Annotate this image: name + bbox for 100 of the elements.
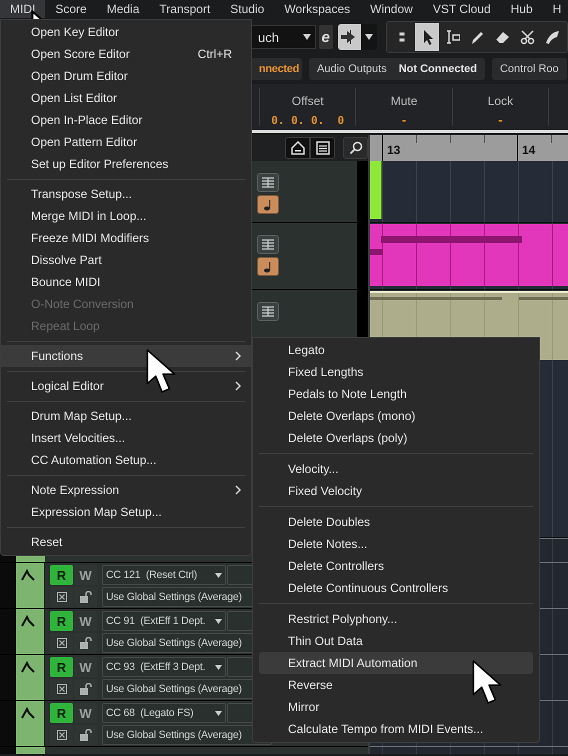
remove-button[interactable] xyxy=(50,587,73,607)
menu-item[interactable]: Freeze MIDI Modifiers xyxy=(1,227,251,249)
menu-item[interactable]: Delete Controllers xyxy=(253,555,539,577)
column-header: Mute xyxy=(390,94,418,108)
menu-item[interactable]: Pedals to Note Length xyxy=(253,383,539,405)
menu-item[interactable]: Open In-Place Editor xyxy=(1,109,251,131)
remove-button[interactable] xyxy=(50,725,73,745)
write-button[interactable]: W xyxy=(74,611,97,631)
menu-item[interactable]: Expression Map Setup... xyxy=(1,501,251,523)
menu-item[interactable]: Open List Editor xyxy=(1,87,251,109)
menu-item[interactable]: Functions xyxy=(1,345,251,367)
menu-item[interactable]: VST Cloud xyxy=(422,0,501,18)
note-button[interactable] xyxy=(257,257,279,276)
edit-button[interactable]: e xyxy=(318,25,333,49)
menu-item[interactable]: Logical Editor xyxy=(1,375,251,397)
menu-item[interactable]: Open Drum Editor xyxy=(1,65,251,87)
menu-item[interactable]: Mirror xyxy=(253,696,539,718)
editor-button[interactable] xyxy=(257,235,279,254)
note-icon xyxy=(263,198,273,210)
menu-item[interactable]: Note Expression xyxy=(1,479,251,501)
controller-dropdown[interactable]: CC 121 (Reset Ctrl) xyxy=(102,565,226,585)
editor-icon xyxy=(261,176,275,188)
menu-item[interactable]: Insert Velocities... xyxy=(1,427,251,449)
unlocked-icon xyxy=(80,729,92,741)
menu-label: Note Expression xyxy=(31,483,120,497)
list-button[interactable] xyxy=(310,137,335,159)
controller-dropdown[interactable]: CC 68 (Legato FS) xyxy=(102,703,226,723)
tube-icon xyxy=(544,29,560,45)
controller-line xyxy=(519,297,568,300)
column-value: - xyxy=(497,114,504,127)
write-button[interactable]: W xyxy=(74,565,97,585)
tool-button[interactable] xyxy=(414,23,439,51)
column-value: 0. 0. 0. 0 xyxy=(271,114,344,127)
menu-item[interactable]: Reset xyxy=(1,531,251,553)
chevron-right-icon xyxy=(235,485,241,495)
editor-button[interactable] xyxy=(257,302,279,321)
column-value: - xyxy=(400,114,408,127)
menu-item[interactable]: Fixed Velocity xyxy=(253,480,539,502)
eraser-icon xyxy=(494,29,510,45)
menu-item[interactable]: Velocity... xyxy=(253,458,539,480)
chevron-right-icon xyxy=(235,351,241,361)
search-button[interactable] xyxy=(343,137,368,159)
menu-item[interactable]: Workspaces xyxy=(274,0,360,18)
menu-item[interactable]: MIDI xyxy=(0,0,46,18)
editor-button[interactable] xyxy=(257,173,279,192)
menu-item[interactable]: Delete Doubles xyxy=(253,511,539,533)
menu-item[interactable]: Bounce MIDI xyxy=(1,271,251,293)
mode-dropdown[interactable]: Use Global Settings (Average) xyxy=(102,725,272,745)
menu-item[interactable]: Fixed Lengths xyxy=(253,361,539,383)
menu-item[interactable]: Legato xyxy=(253,339,539,361)
read-button[interactable]: R xyxy=(50,565,73,585)
connection-label: Control Roo xyxy=(500,63,559,75)
menu-item[interactable]: Delete Overlaps (mono) xyxy=(253,405,539,427)
lock-button[interactable] xyxy=(74,587,97,607)
menu-item[interactable]: Hub xyxy=(500,0,543,18)
menu-item[interactable]: Transpose Setup... xyxy=(1,183,251,205)
menu-item[interactable]: Delete Overlaps (poly) xyxy=(253,427,539,449)
automation-icon xyxy=(21,707,35,719)
menu-item[interactable]: Restrict Polyphony... xyxy=(253,608,539,630)
note-button[interactable] xyxy=(257,195,279,214)
lock-button[interactable] xyxy=(74,679,97,699)
caret-button[interactable] xyxy=(360,24,377,50)
menu-item[interactable]: Score xyxy=(45,0,97,18)
read-button[interactable]: R xyxy=(50,703,73,723)
connection-status: nnected xyxy=(258,63,299,75)
read-button[interactable]: R xyxy=(50,611,73,631)
caret-icon xyxy=(364,34,373,40)
caret-icon xyxy=(215,572,222,578)
remove-button[interactable] xyxy=(50,633,73,653)
chevron-right-icon xyxy=(235,381,241,391)
close-icon xyxy=(56,730,66,740)
routing-button[interactable] xyxy=(338,24,361,50)
menu-item[interactable]: H xyxy=(542,0,568,18)
lock-button[interactable] xyxy=(74,725,97,745)
menu-item[interactable]: CC Automation Setup... xyxy=(1,449,251,471)
menu-item[interactable]: Transport xyxy=(149,0,220,18)
menu-item[interactable]: Studio xyxy=(220,0,274,18)
menu-item[interactable]: Drum Map Setup... xyxy=(1,405,251,427)
lock-button[interactable] xyxy=(74,633,97,653)
write-button[interactable]: W xyxy=(74,703,97,723)
read-button[interactable]: R xyxy=(50,657,73,677)
preset-button[interactable] xyxy=(285,137,310,159)
menu-item[interactable]: Extract MIDI Automation xyxy=(259,652,533,674)
routing-icon xyxy=(341,30,358,44)
column-header: Lock xyxy=(488,94,514,108)
menu-item[interactable]: Merge MIDI in Loop... xyxy=(1,205,251,227)
write-button[interactable]: W xyxy=(74,657,97,677)
controller-dropdown[interactable]: CC 93 (ExtEff 3 Dept. xyxy=(102,657,226,677)
menu-item[interactable]: Delete Notes... xyxy=(253,533,539,555)
remove-button[interactable] xyxy=(50,679,73,699)
house-icon xyxy=(290,141,304,155)
menu-item[interactable]: Dissolve Part xyxy=(1,249,251,271)
menu-item[interactable]: Window xyxy=(360,0,423,18)
menu-item[interactable]: Set up Editor Preferences xyxy=(1,153,251,175)
controller-dropdown[interactable]: CC 91 (ExtEff 1 Dept. xyxy=(102,611,226,631)
menu-item[interactable]: Media xyxy=(96,0,150,18)
unlocked-icon xyxy=(80,591,92,603)
close-icon xyxy=(56,638,66,648)
note-bar xyxy=(370,249,383,255)
menu-item[interactable]: Open Pattern Editor xyxy=(1,131,251,153)
